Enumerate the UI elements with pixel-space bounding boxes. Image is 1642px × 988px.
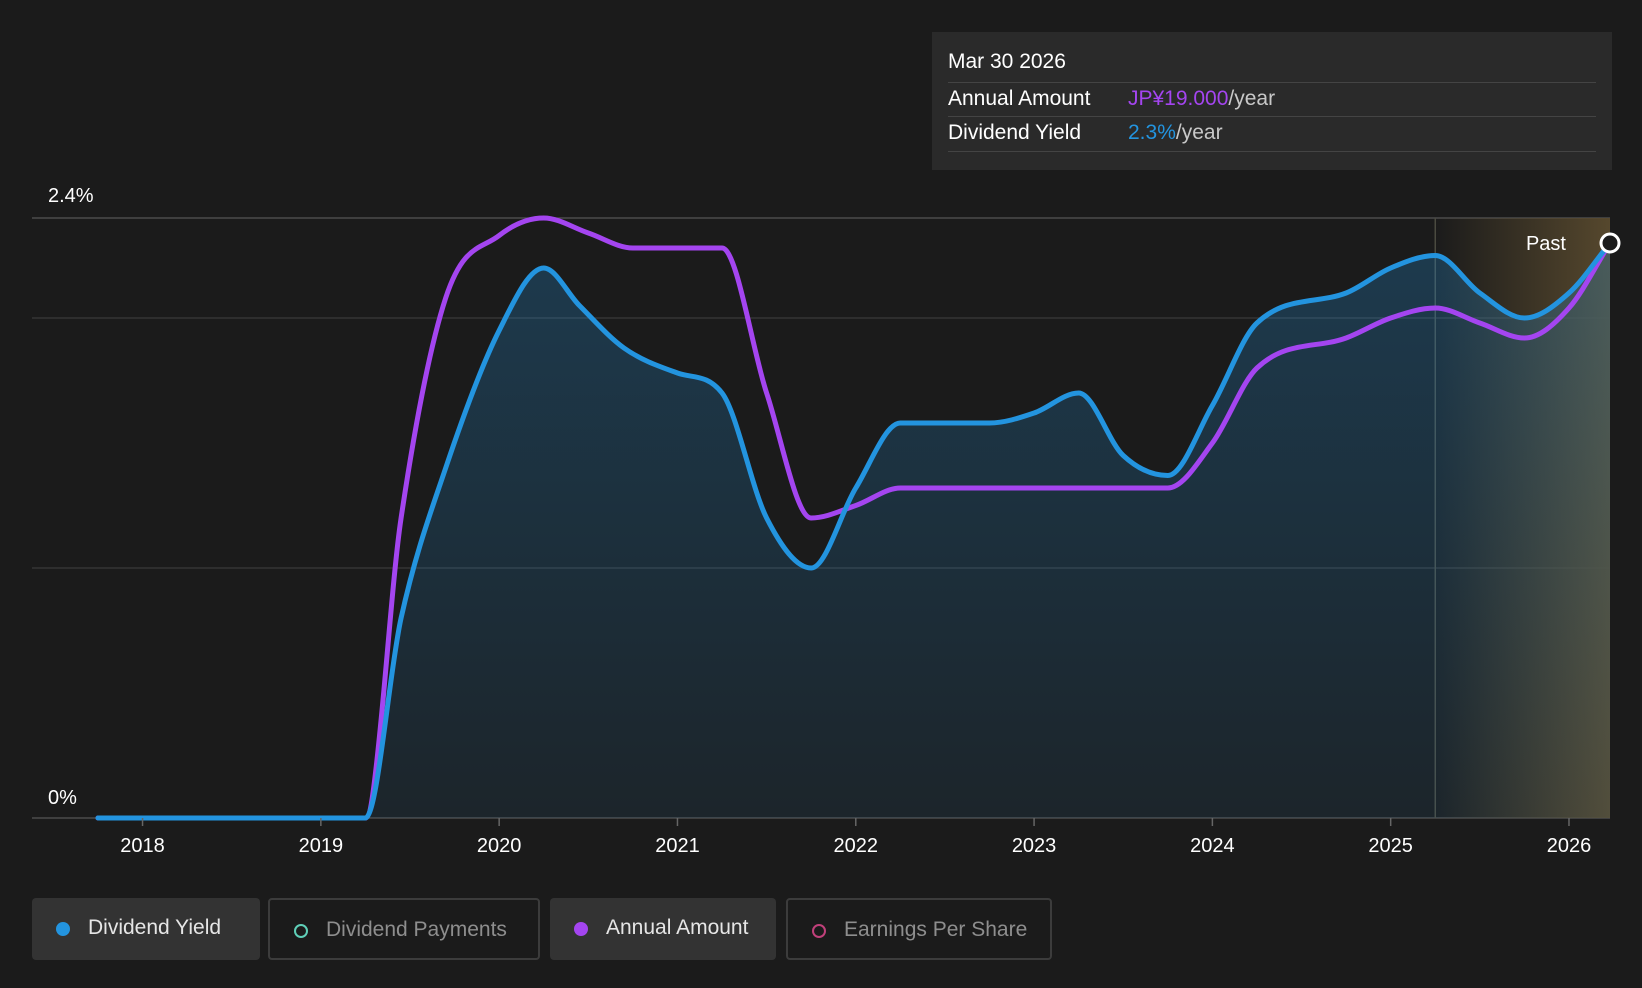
tooltip-dividend-yield-label: Dividend Yield bbox=[948, 121, 1082, 144]
x-tick-label: 2021 bbox=[655, 835, 700, 857]
legend-earnings-per-share-button[interactable]: Earnings Per Share bbox=[786, 898, 1052, 960]
legend-annual-amount-button[interactable]: Annual Amount bbox=[550, 898, 776, 960]
tooltip-dividend-yield-value: 2.3% bbox=[1128, 121, 1176, 144]
x-tick-label: 2020 bbox=[477, 835, 522, 857]
tooltip-date: Mar 30 2026 bbox=[948, 50, 1066, 73]
current-point-marker bbox=[1599, 232, 1621, 254]
legend-earnings-per-share-label: Earnings Per Share bbox=[844, 918, 1028, 941]
y-tick-label-min: 0% bbox=[48, 787, 77, 809]
tooltip: Mar 30 2026 Annual Amount JP¥19.000/year… bbox=[932, 32, 1612, 170]
x-tick-label: 2022 bbox=[834, 835, 879, 857]
legend-dividend-payments-label: Dividend Payments bbox=[326, 918, 507, 941]
legend-annual-amount-label: Annual Amount bbox=[606, 916, 749, 939]
tooltip-annual-amount-value: JP¥19.000 bbox=[1128, 87, 1229, 110]
annual-amount-dot-icon bbox=[574, 922, 588, 936]
x-tick-label: 2023 bbox=[1012, 835, 1057, 857]
x-tick-label: 2025 bbox=[1368, 835, 1413, 857]
tooltip-dividend-yield-value-wrap: 2.3%/year bbox=[1128, 121, 1223, 145]
earnings-per-share-hollow-dot-icon bbox=[812, 924, 826, 938]
tooltip-row-annual-amount: Annual Amount JP¥19.000/year bbox=[948, 82, 1596, 117]
dividend-yield-area bbox=[97, 243, 1610, 818]
x-tick-label: 2026 bbox=[1547, 835, 1592, 857]
tooltip-row-dividend-yield: Dividend Yield 2.3%/year bbox=[948, 116, 1596, 152]
legend-dividend-yield-button[interactable]: Dividend Yield bbox=[32, 898, 260, 960]
dividend-payments-hollow-dot-icon bbox=[294, 924, 308, 938]
tooltip-annual-amount-value-wrap: JP¥19.000/year bbox=[1128, 87, 1275, 111]
tooltip-annual-amount-label: Annual Amount bbox=[948, 87, 1091, 110]
y-tick-label-max: 2.4% bbox=[48, 185, 94, 207]
x-tick-label: 2019 bbox=[299, 835, 344, 857]
legend-dividend-payments-button[interactable]: Dividend Payments bbox=[268, 898, 540, 960]
x-tick-label: 2024 bbox=[1190, 835, 1235, 857]
legend-dividend-yield-label: Dividend Yield bbox=[88, 916, 222, 939]
x-tick-label: 2018 bbox=[120, 835, 165, 857]
past-label: Past bbox=[1526, 233, 1566, 255]
tooltip-dividend-yield-unit: /year bbox=[1175, 121, 1223, 144]
dividend-yield-dot-icon bbox=[56, 922, 70, 936]
tooltip-annual-amount-unit: /year bbox=[1228, 87, 1276, 110]
